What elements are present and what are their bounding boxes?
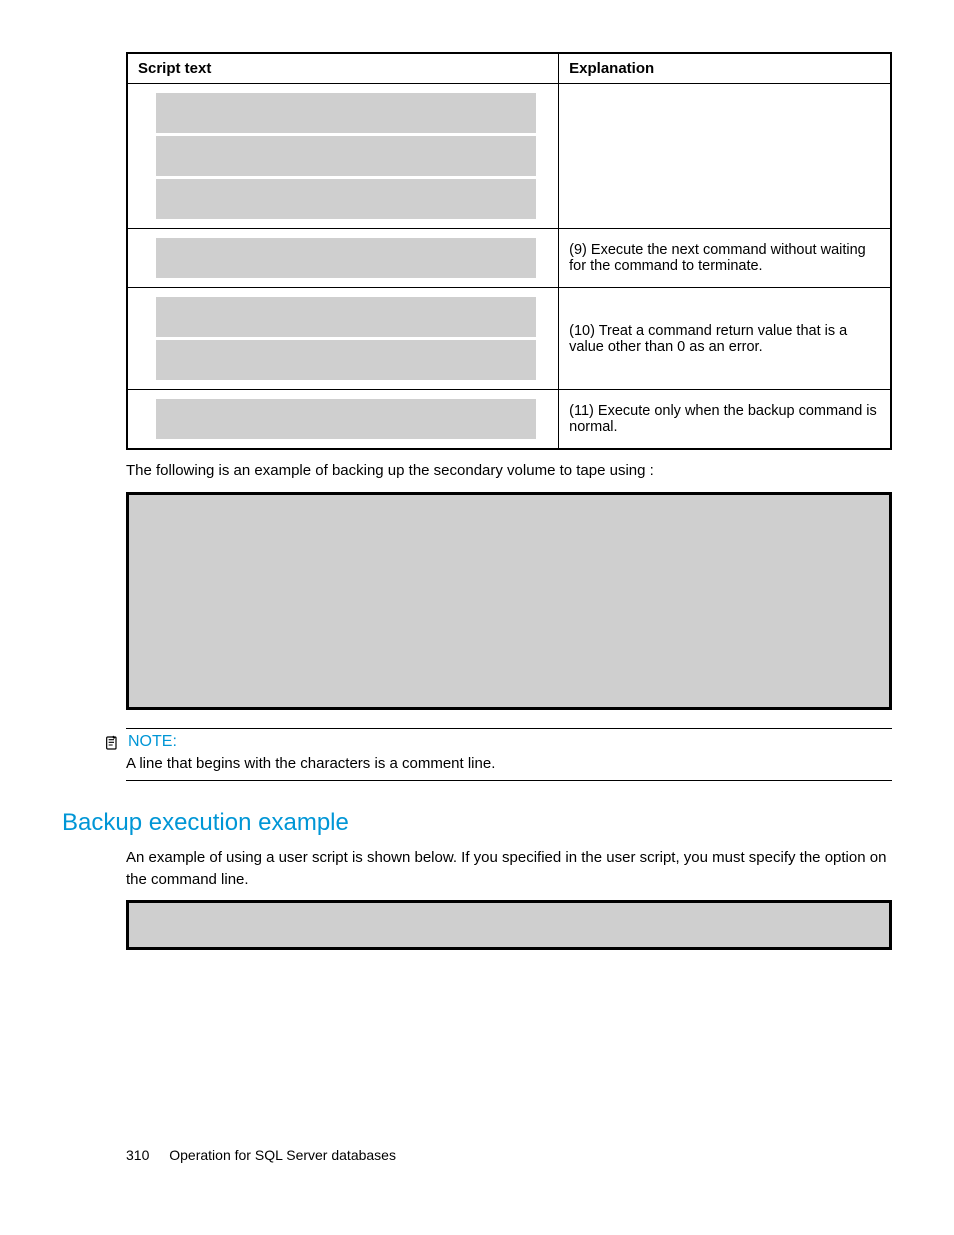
cell-script-0 bbox=[127, 84, 559, 229]
cell-script-1 bbox=[127, 229, 559, 288]
cell-script-3 bbox=[127, 390, 559, 450]
note-label: NOTE: bbox=[128, 733, 177, 751]
divider-top bbox=[126, 728, 892, 729]
paragraph-user-script: An example of using a user script is sho… bbox=[126, 847, 892, 891]
page-number: 310 bbox=[126, 1147, 149, 1163]
paragraph-tape-backup: The following is an example of backing u… bbox=[126, 460, 892, 482]
code-example-box-1 bbox=[126, 492, 892, 710]
page-footer: 310 Operation for SQL Server databases bbox=[126, 1147, 396, 1163]
th-explanation: Explanation bbox=[559, 53, 891, 84]
script-explanation-table: Script text Explanation bbox=[126, 52, 892, 450]
heading-backup-execution: Backup execution example bbox=[62, 809, 892, 837]
code-placeholder bbox=[156, 297, 536, 337]
th-script: Script text bbox=[127, 53, 559, 84]
note-text: A line that begins with the characters i… bbox=[126, 755, 892, 772]
code-example-box-2 bbox=[126, 900, 892, 950]
cell-script-2 bbox=[127, 288, 559, 390]
code-placeholder bbox=[156, 93, 536, 133]
code-placeholder bbox=[156, 238, 536, 278]
cell-exp-1: (9) Execute the next command without wai… bbox=[559, 229, 891, 288]
code-placeholder bbox=[156, 179, 536, 219]
cell-exp-3: (11) Execute only when the backup comman… bbox=[559, 390, 891, 450]
code-placeholder bbox=[156, 399, 536, 439]
code-placeholder bbox=[156, 136, 536, 176]
cell-exp-0 bbox=[559, 84, 891, 229]
footer-title: Operation for SQL Server databases bbox=[169, 1147, 396, 1163]
cell-exp-2: (10) Treat a command return value that i… bbox=[559, 288, 891, 390]
note-icon bbox=[104, 735, 120, 751]
code-placeholder bbox=[156, 340, 536, 380]
divider-bottom bbox=[126, 780, 892, 781]
